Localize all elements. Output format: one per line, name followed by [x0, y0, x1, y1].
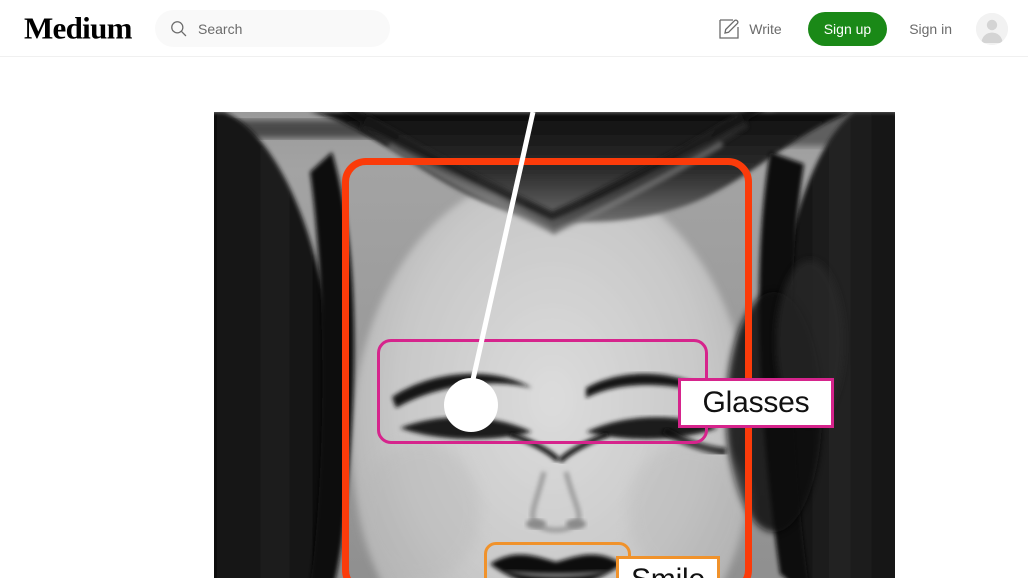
search-box[interactable] — [155, 10, 390, 47]
write-button[interactable]: Write — [717, 17, 782, 41]
avatar[interactable] — [976, 12, 1008, 45]
sign-in-link[interactable]: Sign in — [909, 21, 952, 37]
search-icon — [169, 19, 188, 38]
header-actions: Write Sign up Sign in — [717, 0, 1008, 57]
write-label: Write — [749, 20, 782, 37]
medium-logo[interactable]: Medium — [24, 13, 132, 44]
write-pencil-icon — [717, 17, 741, 41]
annotated-face-figure: Glasses Smile — [214, 112, 895, 578]
sign-up-button[interactable]: Sign up — [807, 11, 888, 46]
article-body: Glasses Smile — [0, 57, 1028, 578]
site-header: Medium Write Sign up Sign in — [0, 0, 1028, 57]
user-avatar-icon — [976, 12, 1008, 45]
search-input[interactable] — [198, 20, 376, 37]
portrait-photo — [214, 112, 895, 578]
